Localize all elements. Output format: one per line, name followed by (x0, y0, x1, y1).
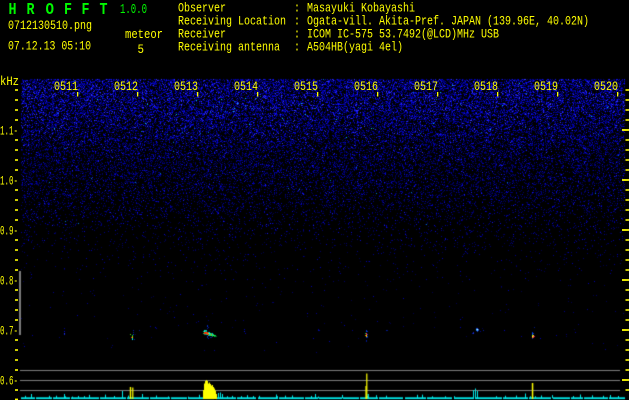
svg-text:0.9-: 0.9- (0, 224, 18, 239)
svg-text:0515: 0515 (294, 79, 318, 94)
svg-text:0.8-: 0.8- (0, 274, 18, 289)
svg-text:0512: 0512 (114, 79, 138, 94)
svg-text:0516: 0516 (354, 79, 378, 94)
svg-text:0519: 0519 (534, 79, 558, 94)
svg-text:1.1-: 1.1- (0, 124, 18, 139)
svg-text:A504HB(yagi 4el): A504HB(yagi 4el) (307, 40, 403, 55)
svg-text:5: 5 (138, 42, 145, 57)
svg-text:0511: 0511 (54, 79, 78, 94)
svg-text:0517: 0517 (414, 79, 438, 94)
svg-text:1.0-: 1.0- (0, 174, 18, 189)
svg-text:0513: 0513 (174, 79, 198, 94)
svg-text:Receiving antenna: Receiving antenna (178, 40, 280, 55)
svg-text::: : (294, 40, 300, 55)
svg-text:0712130510.png: 0712130510.png (8, 18, 92, 33)
svg-text:kHz: kHz (0, 74, 19, 89)
svg-text:T: T (100, 1, 108, 20)
svg-text:meteor: meteor (125, 27, 163, 42)
svg-text:07.12.13 05:10: 07.12.13 05:10 (8, 39, 91, 54)
svg-text:0.6-: 0.6- (0, 374, 18, 389)
svg-text:0520: 0520 (594, 79, 618, 94)
svg-text:0514: 0514 (234, 79, 258, 94)
svg-text:0518: 0518 (474, 79, 498, 94)
svg-text:0.7-: 0.7- (0, 324, 18, 339)
svg-text:1.0.0: 1.0.0 (120, 2, 147, 18)
